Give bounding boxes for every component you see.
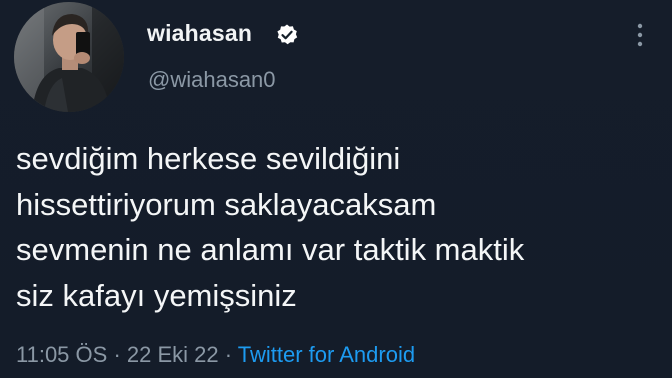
tweet-card: wiahasan @wiahasan0 sevdiğim herkese sev… [0, 0, 672, 378]
user-handle[interactable]: @wiahasan0 [148, 67, 276, 93]
tweet-text-line: hissettiriyorum saklayacaksam [16, 186, 437, 222]
tweet-text-line: sevmenin ne anlamı var taktik maktik [16, 232, 525, 267]
tweet-meta: 11:05 ÖS · 22 Eki 22 · Twitter for Andro… [16, 342, 415, 368]
tweet-text-line: sevdiğim herkese sevildiğini [16, 141, 401, 176]
meta-separator: · [218, 342, 238, 367]
tweet-source-link[interactable]: Twitter for Android [238, 342, 415, 367]
more-vertical-icon[interactable] [628, 18, 652, 52]
tweet-text: sevdiğim herkese sevildiğini hissettiriy… [16, 136, 666, 318]
verified-badge-icon [277, 24, 298, 45]
meta-separator: · [107, 342, 127, 367]
avatar-image [14, 2, 124, 112]
tweet-text-line: siz kafayı yemişsiniz [16, 277, 297, 313]
avatar[interactable] [14, 2, 124, 112]
tweet-date[interactable]: 22 Eki 22 [127, 342, 219, 367]
display-name[interactable]: wiahasan [147, 20, 252, 47]
tweet-time[interactable]: 11:05 ÖS [16, 342, 107, 367]
